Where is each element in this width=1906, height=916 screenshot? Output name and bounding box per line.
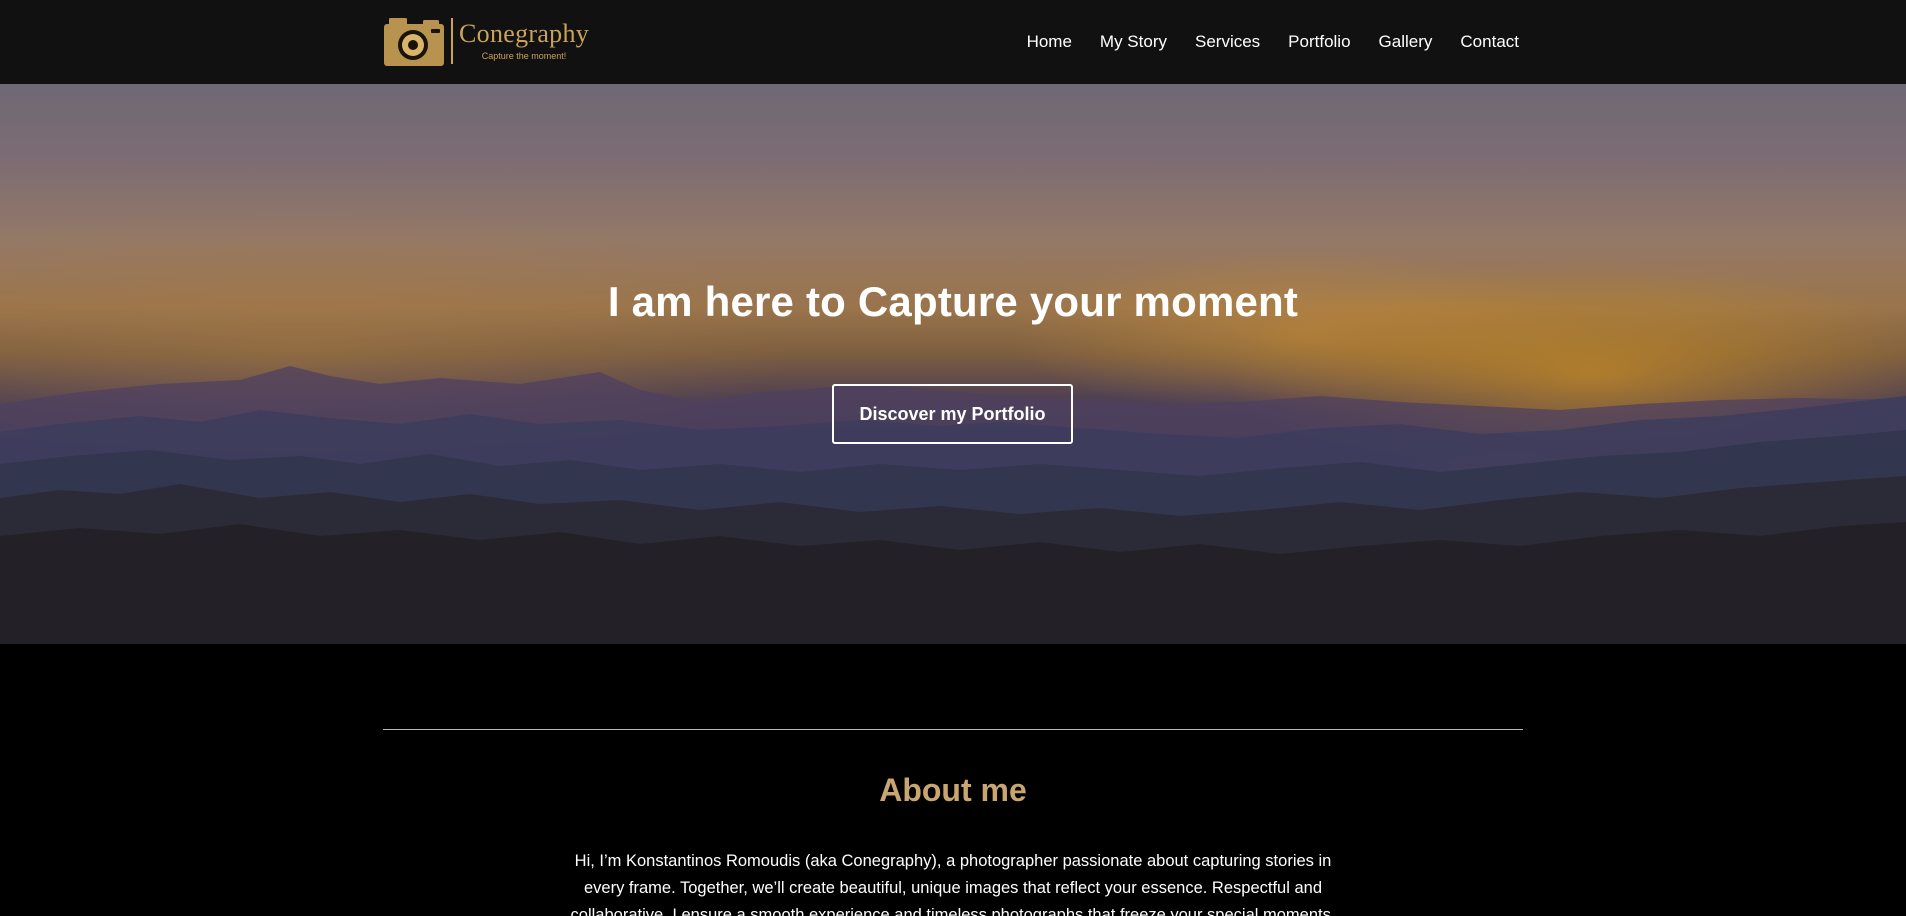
hero-section: I am here to Capture your moment Discove… — [0, 84, 1906, 644]
logo-name: Conegraphy — [459, 19, 590, 48]
hero-title: I am here to Capture your moment — [607, 278, 1299, 325]
nav-gallery[interactable]: Gallery — [1379, 32, 1433, 52]
logo-text: Conegraphy Capture the moment! — [459, 20, 589, 62]
about-section: About me Hi, I’m Konstantinos Romoudis (… — [0, 644, 1906, 916]
nav-home[interactable]: Home — [1027, 32, 1072, 52]
about-title: About me — [879, 772, 1027, 808]
site-header: Conegraphy Capture the moment! Home My S… — [0, 0, 1906, 84]
logo-divider — [451, 18, 453, 64]
main-nav: Home My Story Services Portfolio Gallery… — [1027, 0, 1519, 84]
logo-tagline: Capture the moment! — [481, 51, 567, 61]
hero-mountains-image — [0, 84, 1906, 644]
about-divider — [383, 729, 1523, 730]
nav-contact[interactable]: Contact — [1460, 32, 1519, 52]
about-text: Hi, I’m Konstantinos Romoudis (aka Coneg… — [570, 852, 1336, 916]
camera-icon — [384, 18, 444, 66]
nav-services[interactable]: Services — [1195, 32, 1260, 52]
nav-portfolio[interactable]: Portfolio — [1288, 32, 1350, 52]
nav-my-story[interactable]: My Story — [1100, 32, 1167, 52]
discover-portfolio-button[interactable]: Discover my Portfolio — [832, 384, 1073, 444]
site-logo[interactable]: Conegraphy Capture the moment! — [383, 14, 589, 68]
